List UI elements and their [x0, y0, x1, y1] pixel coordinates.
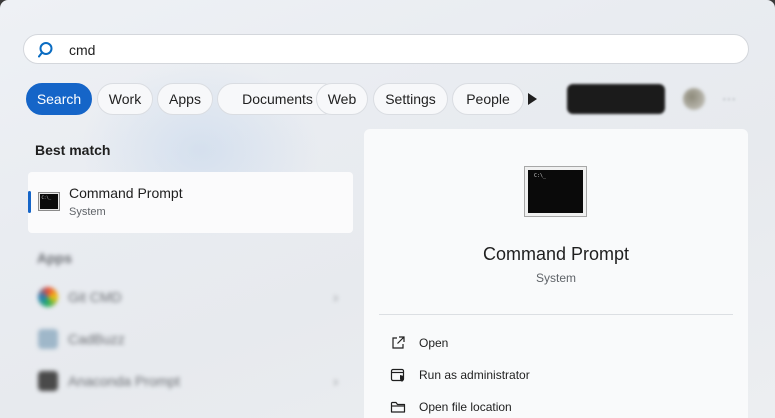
command-prompt-icon: C:\_: [38, 192, 60, 211]
avatar[interactable]: [683, 88, 705, 110]
app-item-label: CadBuzz: [68, 331, 125, 347]
detail-title: Command Prompt: [482, 244, 630, 264]
detail-subtitle: System: [535, 271, 576, 285]
command-prompt-large-icon: C:\_: [524, 166, 587, 217]
filter-settings[interactable]: Settings: [373, 83, 448, 115]
more-options-icon[interactable]: ···: [722, 91, 742, 105]
app-item[interactable]: Anaconda Prompt ›: [38, 369, 338, 393]
more-filters-play-icon[interactable]: [523, 90, 541, 108]
divider: [379, 314, 733, 315]
best-match-subtitle: System: [69, 206, 106, 218]
filter-search[interactable]: Search: [26, 83, 92, 115]
search-icon: [38, 42, 53, 58]
best-match-item[interactable]: C:\_ Command Prompt System: [28, 172, 353, 233]
svg-text:C:\_: C:\_: [42, 195, 52, 200]
search-input[interactable]: [67, 39, 711, 61]
detail-panel: C:\_ Command Prompt System Open Run as a…: [364, 129, 748, 418]
action-open-file-location-label: Open file location: [419, 400, 512, 414]
shield-admin-icon: [390, 368, 405, 382]
filter-apps[interactable]: Apps: [157, 83, 213, 115]
app-icon: [38, 329, 58, 349]
chevron-right-icon: ›: [333, 289, 338, 305]
filter-web[interactable]: Web: [316, 83, 368, 115]
best-match-title: Command Prompt: [69, 185, 183, 201]
filter-work[interactable]: Work: [97, 83, 153, 115]
open-external-icon: [392, 336, 405, 349]
action-run-as-admin-label: Run as administrator: [419, 368, 530, 382]
action-open-label: Open: [419, 336, 449, 350]
action-open-file-location[interactable]: Open file location: [390, 397, 690, 418]
action-open[interactable]: Open: [390, 333, 690, 355]
start-search-panel: Search Work Apps Documents Web Settings …: [0, 0, 775, 418]
app-item-label: Git CMD: [68, 289, 122, 305]
anaconda-icon: [38, 371, 58, 391]
action-run-as-admin[interactable]: Run as administrator: [390, 365, 690, 387]
filter-people[interactable]: People: [452, 83, 524, 115]
app-item[interactable]: CadBuzz: [38, 327, 338, 351]
chevron-right-icon: ›: [333, 373, 338, 389]
git-icon: [38, 287, 58, 307]
selection-indicator: [28, 191, 31, 213]
search-box[interactable]: [23, 34, 749, 64]
app-item[interactable]: Git CMD ›: [38, 285, 338, 309]
apps-heading: Apps: [37, 250, 72, 266]
account-badge-blurred[interactable]: [567, 84, 665, 114]
best-match-heading: Best match: [35, 142, 111, 158]
folder-icon: [390, 401, 406, 413]
app-item-label: Anaconda Prompt: [68, 373, 181, 389]
